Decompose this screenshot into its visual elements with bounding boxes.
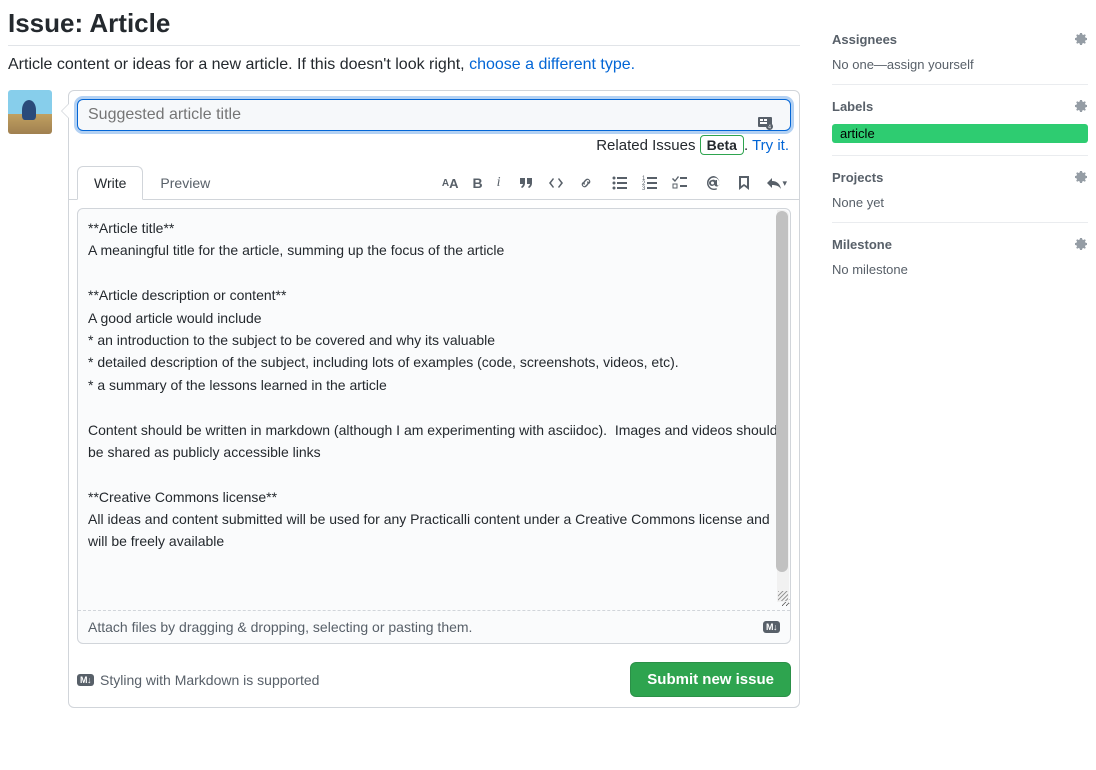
heading-icon[interactable]: AA <box>442 176 459 191</box>
svg-text:4: 4 <box>768 125 771 131</box>
attach-hint[interactable]: Attach files by dragging & dropping, sel… <box>88 619 472 635</box>
resize-handle[interactable] <box>778 591 788 601</box>
tab-write[interactable]: Write <box>77 166 143 200</box>
label-chip-article[interactable]: article <box>832 124 1088 143</box>
beta-badge: Beta <box>700 135 744 155</box>
description-text: Article content or ideas for a new artic… <box>8 56 469 73</box>
page-title: Issue: Article <box>8 8 800 39</box>
svg-text:3: 3 <box>642 186 646 191</box>
suggestions-icon[interactable]: 4 <box>757 115 773 131</box>
body-textarea[interactable] <box>78 209 790 607</box>
milestone-title: Milestone <box>832 237 892 252</box>
markdown-badge-icon[interactable]: M↓ <box>763 621 780 633</box>
markdown-hint[interactable]: Styling with Markdown is supported <box>100 672 319 688</box>
numbered-list-icon[interactable]: 123 <box>642 175 658 191</box>
quote-icon[interactable] <box>518 175 534 191</box>
assignees-body[interactable]: No one—assign yourself <box>832 57 1088 72</box>
task-list-icon[interactable] <box>672 175 688 191</box>
gear-icon[interactable] <box>1072 97 1088 116</box>
bold-icon[interactable]: B <box>472 175 482 191</box>
related-issues-row: Related Issues Beta. Try it. <box>69 131 799 166</box>
choose-type-link[interactable]: choose a different type. <box>469 56 635 73</box>
issue-form: 4 Related Issues Beta. Try it. Write Pre… <box>68 90 800 708</box>
reply-icon[interactable]: ▾ <box>766 175 787 191</box>
projects-title: Projects <box>832 170 883 185</box>
header-divider <box>8 45 800 46</box>
title-input[interactable] <box>77 99 791 131</box>
related-issues-label: Related Issues <box>596 137 695 154</box>
bullet-list-icon[interactable] <box>612 175 628 191</box>
italic-icon[interactable]: i <box>497 175 501 191</box>
labels-title: Labels <box>832 99 873 114</box>
markdown-toolbar: AA B i 123 <box>442 175 791 191</box>
markdown-badge-icon: M↓ <box>77 674 94 686</box>
tab-preview[interactable]: Preview <box>143 166 227 200</box>
milestone-body: No milestone <box>832 262 1088 277</box>
mention-icon[interactable] <box>706 175 722 191</box>
try-it-link[interactable]: Try it. <box>752 137 789 154</box>
projects-body: None yet <box>832 195 1088 210</box>
gear-icon[interactable] <box>1072 235 1088 254</box>
avatar[interactable] <box>8 90 52 134</box>
link-icon[interactable] <box>578 175 594 191</box>
gear-icon[interactable] <box>1072 168 1088 187</box>
submit-button[interactable]: Submit new issue <box>630 662 791 697</box>
issue-template-description: Article content or ideas for a new artic… <box>8 56 800 74</box>
code-icon[interactable] <box>548 175 564 191</box>
gear-icon[interactable] <box>1072 30 1088 49</box>
reference-icon[interactable] <box>736 175 752 191</box>
scrollbar[interactable] <box>777 210 789 602</box>
assignees-title: Assignees <box>832 32 897 47</box>
